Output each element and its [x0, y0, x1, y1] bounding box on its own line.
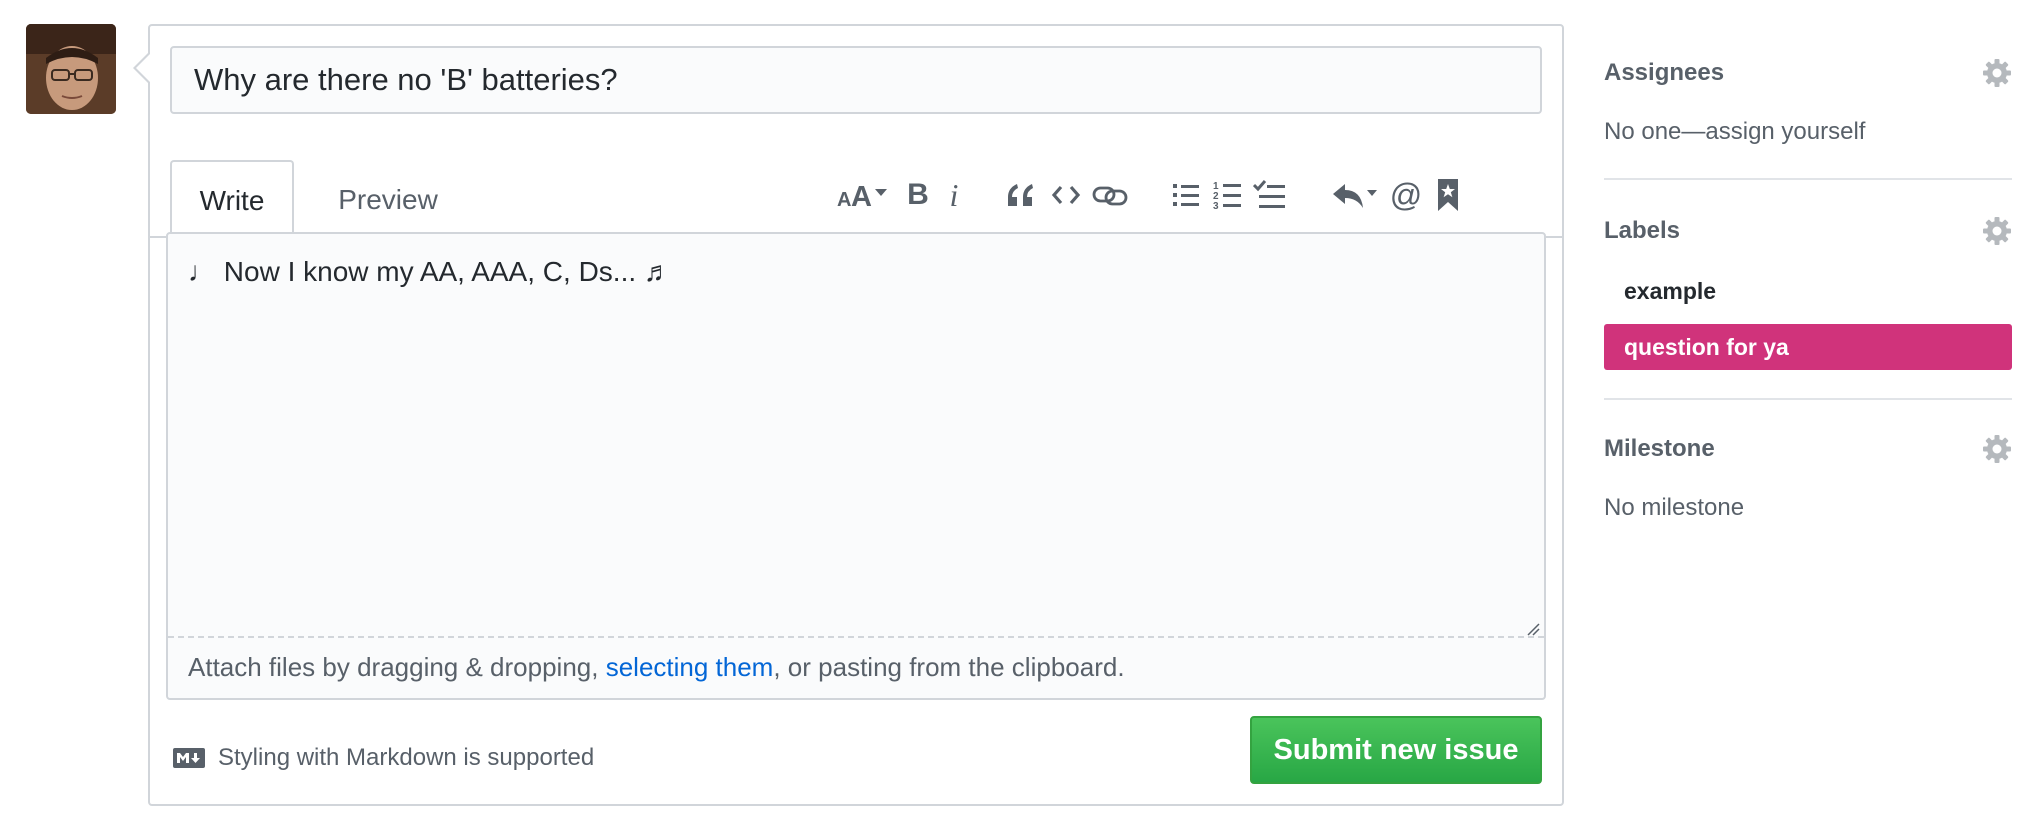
tab-write[interactable]: Write	[170, 160, 294, 240]
link-icon[interactable]	[1090, 172, 1130, 218]
selecting-them-link[interactable]: selecting them	[606, 652, 774, 682]
tab-preview[interactable]: Preview	[314, 160, 462, 240]
labels-title: Labels	[1604, 217, 1681, 244]
ordered-list-icon[interactable]: 1 2 3	[1208, 172, 1248, 218]
assignees-gear-icon[interactable]	[1982, 58, 2012, 88]
issue-title-input[interactable]	[170, 46, 1542, 114]
assignees-value[interactable]: No one—assign yourself	[1604, 118, 2012, 146]
svg-text:3: 3	[1213, 201, 1219, 211]
task-list-icon[interactable]	[1250, 172, 1290, 218]
reply-icon[interactable]	[1330, 172, 1382, 218]
bookmark-icon[interactable]	[1428, 172, 1468, 218]
quote-icon[interactable]	[1000, 172, 1040, 218]
svg-text:A: A	[837, 189, 851, 211]
labels-gear-icon[interactable]	[1982, 216, 2012, 246]
labels-section: Labels example question for ya	[1604, 180, 2012, 400]
resize-grip-icon[interactable]	[1526, 622, 1540, 636]
editor-tabbar: Write Preview A A B i 1 2 3 @	[150, 138, 1562, 240]
attach-files-hint: Attach files by dragging & dropping, sel…	[188, 652, 1125, 683]
milestone-section: Milestone No milestone	[1604, 400, 2012, 522]
milestone-title: Milestone	[1604, 435, 1715, 462]
attach-prefix: Attach files by dragging & dropping,	[188, 652, 606, 682]
code-icon[interactable]	[1046, 172, 1086, 218]
label-question-for-ya[interactable]: question for ya	[1604, 324, 2012, 370]
unordered-list-icon[interactable]	[1166, 172, 1206, 218]
markdown-icon	[173, 748, 205, 768]
avatar-image	[26, 24, 116, 114]
text-size-icon[interactable]: A A	[836, 172, 894, 218]
assignees-section: Assignees No one—assign yourself	[1604, 24, 2012, 180]
issue-sidebar: Assignees No one—assign yourself Labels	[1604, 24, 2012, 522]
markdown-note-text: Styling with Markdown is supported	[218, 744, 595, 771]
assignees-title: Assignees	[1604, 59, 1725, 86]
bold-icon[interactable]: B	[898, 172, 938, 218]
italic-icon[interactable]: i	[934, 172, 974, 218]
svg-text:A: A	[851, 181, 872, 211]
submit-new-issue-button[interactable]: Submit new issue	[1250, 716, 1542, 784]
label-example[interactable]: example	[1604, 268, 2012, 314]
user-avatar[interactable]	[26, 24, 116, 114]
milestone-gear-icon[interactable]	[1982, 434, 2012, 464]
markdown-support-note[interactable]: Styling with Markdown is supported	[172, 744, 594, 772]
issue-body-textarea[interactable]: ♩ Now I know my AA, AAA, C, Ds... ♬	[168, 234, 1544, 638]
new-issue-form: Write Preview A A B i	[133, 24, 1564, 806]
mention-icon[interactable]: @	[1386, 172, 1426, 218]
milestone-value[interactable]: No milestone	[1604, 494, 2012, 522]
comment-editor: ♩ Now I know my AA, AAA, C, Ds... ♬ Atta…	[166, 232, 1546, 700]
attach-suffix: , or pasting from the clipboard.	[773, 652, 1125, 682]
